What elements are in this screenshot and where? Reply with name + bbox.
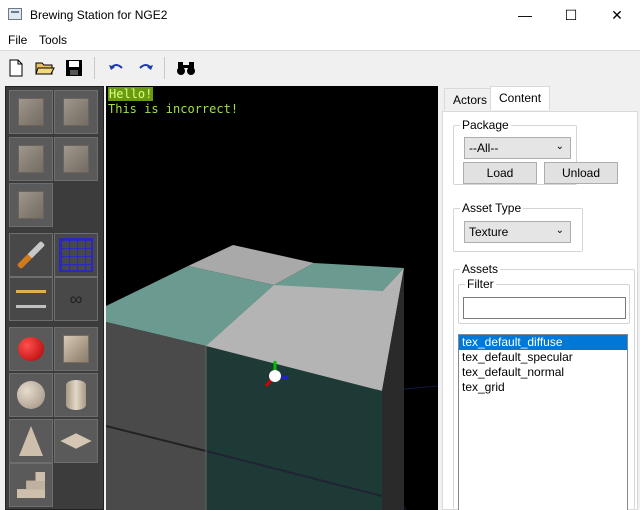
tool-add-box[interactable] [54, 327, 98, 371]
tool-add-cone[interactable] [9, 419, 53, 463]
redo-icon [139, 64, 153, 70]
app-icon [8, 8, 22, 20]
tool-rotate[interactable] [9, 183, 53, 227]
asset-type-legend: Asset Type [460, 201, 524, 215]
tab-content[interactable]: Content [490, 86, 551, 110]
asset-list-item[interactable]: tex_default_specular [459, 350, 627, 365]
open-button[interactable] [33, 55, 57, 81]
chevron-down-icon: ⌄ [555, 141, 564, 152]
asset-list-item[interactable]: tex_default_diffuse [459, 335, 627, 350]
minimize-icon: — [518, 7, 532, 23]
tool-move-vertical[interactable] [54, 90, 98, 134]
tool-grid[interactable] [54, 233, 98, 277]
new-button[interactable] [4, 55, 28, 81]
window-title: Brewing Station for NGE2 [30, 8, 168, 22]
package-legend: Package [460, 118, 511, 132]
tool-add-sphere[interactable] [9, 373, 53, 417]
tab-actors[interactable]: Actors [444, 88, 497, 110]
filter-legend: Filter [465, 277, 496, 291]
toolbar [0, 50, 640, 86]
filter-input[interactable] [463, 297, 626, 319]
save-button[interactable] [62, 55, 86, 81]
tool-palette: ∞ [5, 86, 104, 510]
chevron-down-icon: ⌄ [555, 225, 564, 236]
load-button[interactable]: Load [463, 162, 537, 184]
asset-list-item[interactable]: tex_grid [459, 380, 627, 395]
viewport-message-1: Hello! [108, 87, 154, 101]
asset-type-selected: Texture [469, 225, 509, 239]
right-panel: Actors Content Package --All-- ⌄ Load Un… [440, 86, 640, 510]
scale-cube-icon [18, 145, 44, 173]
redo-button[interactable] [134, 55, 158, 81]
viewport-3d[interactable]: Hello! This is incorrect! [106, 86, 438, 510]
cone-icon [19, 426, 43, 456]
open-folder-icon [35, 62, 55, 75]
menu-tools[interactable]: Tools [39, 33, 67, 47]
save-disk-icon [66, 60, 82, 76]
align-arrows-icon [16, 290, 46, 308]
box-icon [63, 335, 89, 363]
glasses-icon: ∞ [69, 288, 83, 309]
menu-file[interactable]: File [8, 33, 27, 47]
maximize-button[interactable]: ☐ [548, 0, 594, 30]
package-dropdown[interactable]: --All-- ⌄ [464, 137, 571, 159]
filter-group: Filter [458, 277, 630, 324]
stairs-icon [17, 472, 45, 498]
screwdriver-icon [16, 240, 46, 270]
unload-button[interactable]: Unload [544, 162, 618, 184]
assets-legend: Assets [460, 262, 501, 276]
title-bar: Brewing Station for NGE2 — ☐ ✕ [0, 0, 640, 30]
close-button[interactable]: ✕ [594, 0, 640, 30]
content-tab-panel: Package --All-- ⌄ Load Unload Asset Type… [442, 111, 638, 510]
tool-add-stairs[interactable] [9, 463, 53, 507]
asset-type-dropdown[interactable]: Texture ⌄ [464, 221, 571, 243]
maximize-icon: ☐ [564, 6, 578, 23]
move-cube-icon [18, 98, 44, 126]
scale-vertical-cube-icon [63, 145, 89, 173]
tool-view[interactable]: ∞ [54, 277, 98, 321]
toolbar-separator [164, 57, 165, 79]
asset-type-group: Asset Type Texture ⌄ [453, 201, 583, 252]
tool-scale[interactable] [9, 137, 53, 181]
new-document-icon [9, 59, 23, 77]
sphere-icon [17, 381, 45, 409]
tool-add-mesh[interactable] [9, 327, 53, 371]
assets-list[interactable]: tex_default_diffuse tex_default_specular… [458, 334, 628, 510]
find-button[interactable] [174, 55, 198, 81]
cylinder-icon [66, 380, 86, 410]
tool-align[interactable] [9, 277, 53, 321]
plane-icon [60, 433, 92, 449]
tool-add-cylinder[interactable] [54, 373, 98, 417]
grid-icon [59, 238, 93, 272]
move-vertical-cube-icon [63, 98, 89, 126]
apple-icon [18, 337, 44, 361]
close-icon: ✕ [611, 6, 623, 23]
tool-scale-vertical[interactable] [54, 137, 98, 181]
scene-render [106, 245, 438, 510]
undo-icon [109, 64, 123, 70]
tool-edit[interactable] [9, 233, 53, 277]
side-face-left [106, 322, 206, 510]
binoculars-icon [177, 62, 195, 75]
minimize-button[interactable]: — [502, 0, 548, 30]
tool-add-plane[interactable] [54, 419, 98, 463]
assets-group: Assets Filter tex_default_diffuse tex_de… [453, 262, 635, 510]
toolbar-separator [94, 57, 95, 79]
package-selected: --All-- [469, 141, 499, 155]
viewport-message-2: This is incorrect! [108, 102, 239, 116]
rotate-cube-icon [18, 191, 44, 219]
asset-list-item[interactable]: tex_default_normal [459, 365, 627, 380]
undo-button[interactable] [104, 55, 128, 81]
tool-move[interactable] [9, 90, 53, 134]
menu-bar: File Tools [0, 30, 640, 50]
